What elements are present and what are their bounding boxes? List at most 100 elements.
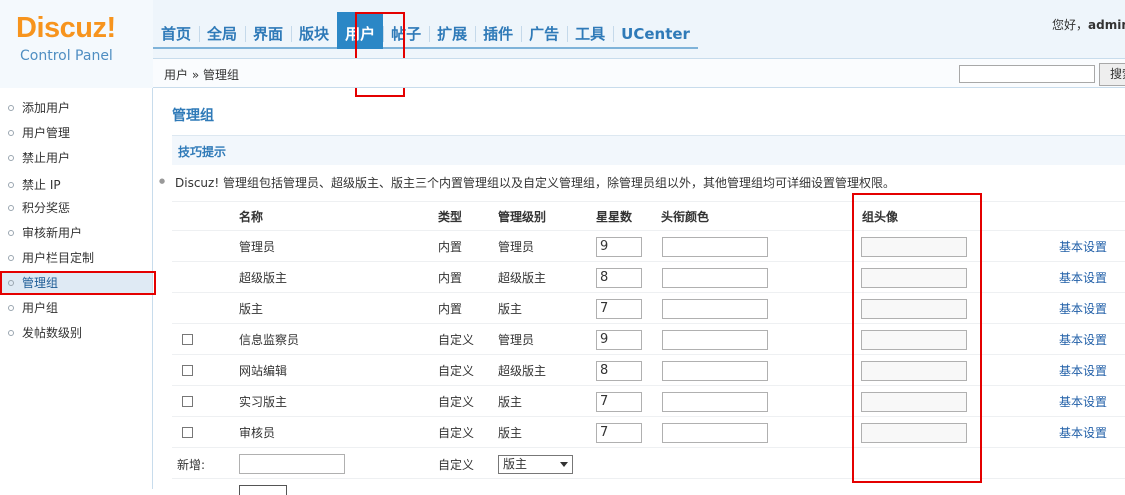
search-button[interactable]: 搜索 xyxy=(1099,63,1125,86)
group-name: 审核员 xyxy=(239,426,276,440)
group-name: 超级版主 xyxy=(239,271,288,285)
sidebar-item-ban-ip[interactable]: 禁止 IP xyxy=(0,174,152,196)
nav-tools[interactable]: 工具 xyxy=(567,21,614,49)
group-level: 管理员 xyxy=(498,240,535,254)
col-header-stars: 星星数 xyxy=(596,210,633,224)
new-group-name-input[interactable] xyxy=(239,454,345,474)
group-name: 版主 xyxy=(239,302,264,316)
title-color-input[interactable] xyxy=(662,237,768,257)
title-color-input[interactable] xyxy=(662,268,768,288)
nav-interface[interactable]: 界面 xyxy=(245,21,292,49)
tips-title: 技巧提示 xyxy=(178,145,227,159)
group-type: 内置 xyxy=(438,271,463,285)
highlight-group-icon-column xyxy=(852,193,982,483)
select-value: 版主 xyxy=(503,457,528,471)
divider xyxy=(172,230,1125,231)
divider xyxy=(172,447,1125,448)
chevron-down-icon xyxy=(560,462,568,467)
group-name: 管理员 xyxy=(239,240,276,254)
row-checkbox[interactable] xyxy=(182,396,193,407)
group-level: 版主 xyxy=(498,302,523,316)
group-type: 自定义 xyxy=(438,333,475,347)
new-group-label: 新增: xyxy=(177,458,206,472)
divider xyxy=(172,478,1125,479)
stars-input[interactable]: 8 xyxy=(596,268,642,288)
sidebar-item-user-groups[interactable]: 用户组 xyxy=(0,297,152,319)
title-color-input[interactable] xyxy=(662,392,768,412)
stars-input[interactable]: 9 xyxy=(596,237,642,257)
breadcrumb-bar: 用户 » 管理组 搜索 xyxy=(153,58,1125,88)
new-group-type: 自定义 xyxy=(438,458,475,472)
sidebar-item-credits[interactable]: 积分奖惩 xyxy=(0,197,152,219)
group-type: 自定义 xyxy=(438,426,475,440)
row-checkbox[interactable] xyxy=(182,365,193,376)
group-type: 内置 xyxy=(438,240,463,254)
basic-settings-link[interactable]: 基本设置 xyxy=(1059,300,1107,317)
greeting-prefix: 您好， xyxy=(1052,18,1089,32)
sidebar-item-moderate-new-users[interactable]: 审核新用户 xyxy=(0,222,152,244)
breadcrumb: 用户 » 管理组 xyxy=(164,68,239,82)
submit-button[interactable] xyxy=(239,485,287,495)
nav-ucenter[interactable]: UCenter xyxy=(613,21,698,49)
basic-settings-link[interactable]: 基本设置 xyxy=(1059,238,1107,255)
basic-settings-link[interactable]: 基本设置 xyxy=(1059,424,1107,441)
title-color-input[interactable] xyxy=(662,330,768,350)
divider xyxy=(172,323,1125,324)
basic-settings-link[interactable]: 基本设置 xyxy=(1059,362,1107,379)
group-name: 网站编辑 xyxy=(239,364,288,378)
group-level: 管理员 xyxy=(498,333,535,347)
row-checkbox[interactable] xyxy=(182,334,193,345)
row-checkbox[interactable] xyxy=(182,427,193,438)
top-nav: 首页 全局 界面 版块 用户 帖子 扩展 插件 广告 工具 UCenter xyxy=(153,12,698,49)
tips-bar: 技巧提示 xyxy=(172,135,1125,165)
nav-extensions[interactable]: 扩展 xyxy=(429,21,476,49)
sidebar-item-user-manage[interactable]: 用户管理 xyxy=(0,122,152,144)
divider xyxy=(172,292,1125,293)
basic-settings-link[interactable]: 基本设置 xyxy=(1059,393,1107,410)
title-color-input[interactable] xyxy=(662,361,768,381)
group-level: 超级版主 xyxy=(498,364,547,378)
divider xyxy=(172,354,1125,355)
search-input[interactable] xyxy=(959,65,1095,83)
col-header-name: 名称 xyxy=(239,210,264,224)
sidebar-item-add-user[interactable]: 添加用户 xyxy=(0,97,152,119)
nav-ads[interactable]: 广告 xyxy=(521,21,568,49)
new-group-level-select[interactable]: 版主 xyxy=(498,455,573,474)
group-name: 实习版主 xyxy=(239,395,288,409)
divider xyxy=(172,261,1125,262)
group-level: 版主 xyxy=(498,426,523,440)
logo[interactable]: Discuz! Control Panel xyxy=(0,0,153,88)
username: admin xyxy=(1088,18,1125,32)
group-level: 超级版主 xyxy=(498,271,547,285)
tip-text: Discuz! 管理组包括管理员、超级版主、版主三个内置管理组以及自定义管理组，… xyxy=(159,174,895,191)
highlight-sidebar-admin-groups xyxy=(0,271,156,295)
stars-input[interactable]: 7 xyxy=(596,299,642,319)
col-header-type: 类型 xyxy=(438,210,463,224)
logo-title: Discuz! xyxy=(16,12,116,44)
page-title: 管理组 xyxy=(172,108,214,124)
stars-input[interactable]: 7 xyxy=(596,423,642,443)
title-color-input[interactable] xyxy=(662,299,768,319)
col-header-title-color: 头衔颜色 xyxy=(661,210,710,224)
group-type: 内置 xyxy=(438,302,463,316)
divider xyxy=(172,416,1125,417)
stars-input[interactable]: 8 xyxy=(596,361,642,381)
sidebar-item-ban-user[interactable]: 禁止用户 xyxy=(0,147,152,169)
basic-settings-link[interactable]: 基本设置 xyxy=(1059,269,1107,286)
nav-home[interactable]: 首页 xyxy=(153,21,200,49)
stars-input[interactable]: 7 xyxy=(596,392,642,412)
divider xyxy=(172,385,1125,386)
basic-settings-link[interactable]: 基本设置 xyxy=(1059,331,1107,348)
logo-subtitle: Control Panel xyxy=(20,48,113,64)
stars-input[interactable]: 9 xyxy=(596,330,642,350)
divider xyxy=(172,201,1125,202)
sidebar-item-profile-fields[interactable]: 用户栏目定制 xyxy=(0,247,152,269)
group-type: 自定义 xyxy=(438,364,475,378)
sidebar-item-post-ranks[interactable]: 发帖数级别 xyxy=(0,322,152,344)
nav-forums[interactable]: 版块 xyxy=(291,21,338,49)
title-color-input[interactable] xyxy=(662,423,768,443)
group-type: 自定义 xyxy=(438,395,475,409)
nav-plugins[interactable]: 插件 xyxy=(475,21,522,49)
user-greeting: 您好，admin xyxy=(1052,16,1125,33)
nav-global[interactable]: 全局 xyxy=(199,21,246,49)
